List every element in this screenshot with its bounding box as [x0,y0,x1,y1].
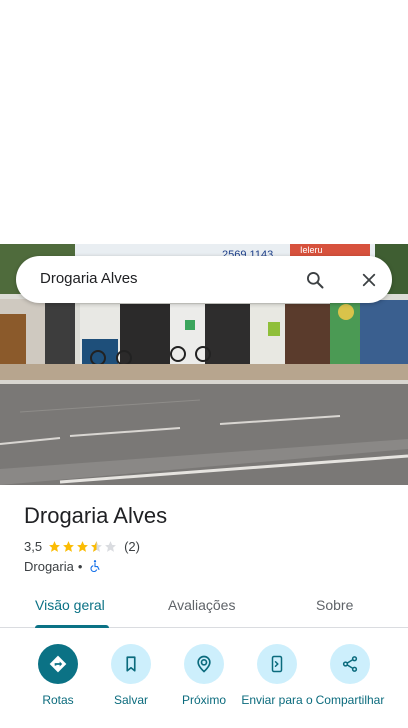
review-count: (2) [124,538,140,554]
rating-value: 3,5 [24,538,43,554]
star-full-icon [77,540,88,552]
star-full-icon [63,540,74,552]
close-icon[interactable] [356,267,382,293]
category-row: Drogaria • [24,557,102,575]
tab-about[interactable]: Sobre [316,597,353,613]
share-label: Compartilhar [315,693,385,707]
search-bar[interactable]: Drogaria Alves [16,256,392,303]
place-tabs: Visão geral Avaliações Sobre [0,585,408,628]
place-details-panel: Drogaria Alves 3,5 (2) Drogaria • Visão … [0,485,408,728]
rating-row[interactable]: 3,5 (2) [24,537,140,555]
send-to-phone-button[interactable]: Enviar para o [239,644,315,707]
separator-dot: • [77,558,83,574]
nearby-button[interactable]: Próximo [166,644,242,707]
place-category: Drogaria [24,558,74,574]
directions-button[interactable]: Rotas [20,644,96,707]
nearby-label: Próximo [181,693,226,707]
nearby-icon [184,644,224,684]
save-button[interactable]: Salvar [93,644,169,707]
search-icon[interactable] [302,267,328,293]
star-half-icon [91,540,102,552]
tab-reviews[interactable]: Avaliações [168,597,235,613]
rating-stars [48,540,118,553]
search-input[interactable]: Drogaria Alves [40,270,138,287]
star-empty-icon [105,540,116,552]
map-blank-area [0,0,408,244]
action-buttons-row: Rotas Salvar Próximo Enviar para o Compa… [0,644,408,728]
sign-brand-text: Ieleru [300,245,323,255]
send-to-phone-icon [257,644,297,684]
directions-label: Rotas [42,693,74,707]
wheelchair-accessible-icon [90,560,101,573]
star-full-icon [49,540,60,552]
tab-overview[interactable]: Visão geral [35,597,105,613]
place-title: Drogaria Alves [24,503,168,528]
share-button[interactable]: Compartilhar [312,644,388,707]
bookmark-icon [111,644,151,684]
send-to-phone-label: Enviar para o [241,693,313,707]
directions-icon [38,644,78,684]
save-label: Salvar [113,693,148,707]
active-tab-indicator [35,625,109,628]
share-icon [330,644,370,684]
